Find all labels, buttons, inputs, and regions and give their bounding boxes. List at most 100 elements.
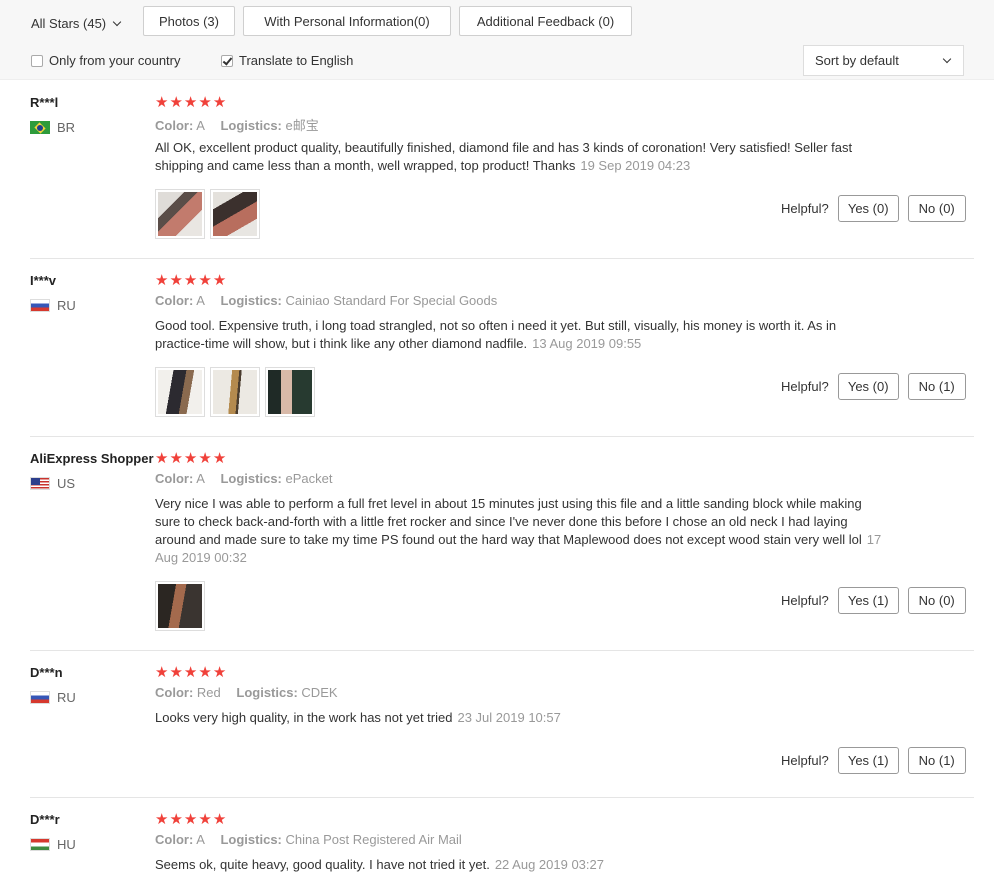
star-icon: ★ [212, 450, 227, 467]
review-photo-thumbnail[interactable] [210, 367, 260, 417]
star-rating: ★ ★ ★ ★ ★ [155, 95, 895, 110]
review-text: Very nice I was able to perform a full f… [155, 495, 885, 567]
sort-select[interactable]: Sort by default [803, 45, 964, 76]
reviewer-name: R***l [30, 95, 59, 110]
star-rating: ★ ★ ★ ★ ★ [155, 665, 895, 680]
only-country-label: Only from your country [49, 53, 181, 68]
country-code: BR [57, 120, 76, 135]
photos-filter-button[interactable]: Photos (3) [143, 6, 235, 36]
review-date: 19 Sep 2019 04:23 [580, 158, 691, 173]
hungary-flag-icon [30, 838, 50, 851]
chevron-down-icon [112, 17, 122, 26]
review-photos [155, 581, 205, 631]
russia-flag-icon [30, 691, 50, 704]
review-photo-thumbnail[interactable] [155, 189, 205, 239]
star-icon: ★ [183, 450, 198, 467]
star-icon: ★ [198, 664, 212, 681]
country-code: US [57, 476, 76, 491]
review-text: Looks very high quality, in the work has… [155, 709, 885, 727]
helpful-label: Helpful? [781, 753, 829, 768]
translate-checkbox[interactable] [221, 54, 233, 67]
reviewer-name: AliExpress Shopper [30, 451, 154, 466]
review-photo-thumbnail[interactable] [210, 189, 260, 239]
country-code: RU [57, 298, 76, 313]
star-icon: ★ [169, 272, 183, 289]
logistics-label: Logistics: [220, 118, 282, 133]
logistics-label: Logistics: [220, 832, 282, 847]
logistics-value: ePacket [285, 471, 333, 486]
helpful-label: Helpful? [781, 379, 829, 394]
reviewer-country: RU [30, 690, 76, 705]
review-body: All OK, excellent product quality, beaut… [155, 140, 853, 173]
reviewer-country: BR [30, 120, 75, 135]
helpful-yes-button[interactable]: Yes (1) [837, 587, 899, 614]
helpful-no-button[interactable]: No (0) [907, 587, 966, 614]
logistics-value: China Post Registered Air Mail [285, 832, 462, 847]
review-date: 23 Jul 2019 10:57 [457, 710, 561, 725]
only-country-checkbox[interactable] [31, 54, 43, 67]
star-icon: ★ [198, 450, 212, 467]
color-value: A [196, 832, 205, 847]
review-photos [155, 367, 315, 417]
star-icon: ★ [212, 94, 227, 111]
helpful-voting: Helpful? Yes (0) No (1) [781, 373, 966, 400]
review-photo-thumbnail[interactable] [155, 581, 205, 631]
review-photo-thumbnail[interactable] [265, 367, 315, 417]
star-icon: ★ [198, 811, 212, 828]
star-icon: ★ [169, 94, 183, 111]
logistics-label: Logistics: [220, 471, 282, 486]
star-filter-label: All Stars (45) [31, 15, 107, 31]
review-photo-thumbnail[interactable] [155, 367, 205, 417]
color-label: Color: [155, 293, 194, 308]
brazil-flag-icon [30, 121, 50, 134]
reviewer-country: HU [30, 837, 76, 852]
star-icon: ★ [155, 450, 169, 467]
review-item: R***l BR ★ ★ ★ ★ ★ Color: A Logistics: e邮宝 A… [30, 95, 974, 259]
star-filter-select[interactable]: All Stars (45) [31, 15, 122, 31]
helpful-label: Helpful? [781, 201, 829, 216]
helpful-yes-button[interactable]: Yes (0) [837, 373, 899, 400]
star-icon: ★ [155, 94, 169, 111]
country-code: RU [57, 690, 76, 705]
star-rating: ★ ★ ★ ★ ★ [155, 451, 895, 466]
star-icon: ★ [183, 94, 198, 111]
reviewer-country: RU [30, 298, 76, 313]
star-icon: ★ [212, 811, 227, 828]
review-item: D***n RU ★ ★ ★ ★ ★ Color: Red Logistics: CDE… [30, 665, 974, 798]
review-meta: Color: A Logistics: Cainiao Standard For… [155, 293, 497, 308]
color-value: A [196, 293, 205, 308]
helpful-no-button[interactable]: No (1) [907, 373, 966, 400]
review-text: Good tool. Expensive truth, i long toad … [155, 317, 885, 353]
sort-value: Sort by default [815, 53, 899, 68]
country-code: HU [57, 837, 76, 852]
logistics-value: e邮宝 [285, 118, 319, 133]
logistics-label: Logistics: [236, 685, 298, 700]
helpful-voting: Helpful? Yes (1) No (1) [781, 747, 966, 774]
helpful-no-button[interactable]: No (0) [907, 195, 966, 222]
helpful-yes-button[interactable]: Yes (1) [837, 747, 899, 774]
logistics-label: Logistics: [220, 293, 282, 308]
personal-info-filter-button[interactable]: With Personal Information(0) [243, 6, 451, 36]
helpful-no-button[interactable]: No (1) [907, 747, 966, 774]
star-icon: ★ [155, 664, 169, 681]
review-date: 13 Aug 2019 09:55 [532, 336, 642, 351]
star-icon: ★ [183, 664, 198, 681]
star-icon: ★ [155, 811, 169, 828]
star-icon: ★ [183, 811, 198, 828]
star-icon: ★ [169, 450, 183, 467]
helpful-yes-button[interactable]: Yes (0) [837, 195, 899, 222]
chevron-down-icon [942, 54, 952, 64]
reviewer-name: D***r [30, 812, 60, 827]
additional-feedback-filter-button[interactable]: Additional Feedback (0) [459, 6, 632, 36]
reviewer-country: US [30, 476, 75, 491]
color-label: Color: [155, 832, 194, 847]
usa-flag-icon [30, 477, 50, 490]
review-item: D***r HU ★ ★ ★ ★ ★ Color: A Logistics: China… [30, 812, 974, 892]
only-country-option[interactable]: Only from your country [31, 53, 181, 68]
color-label: Color: [155, 471, 194, 486]
star-rating: ★ ★ ★ ★ ★ [155, 273, 895, 288]
translate-option[interactable]: Translate to English [221, 53, 353, 68]
reviewer-name: D***n [30, 665, 63, 680]
review-photos [155, 189, 260, 239]
color-value: A [196, 118, 205, 133]
